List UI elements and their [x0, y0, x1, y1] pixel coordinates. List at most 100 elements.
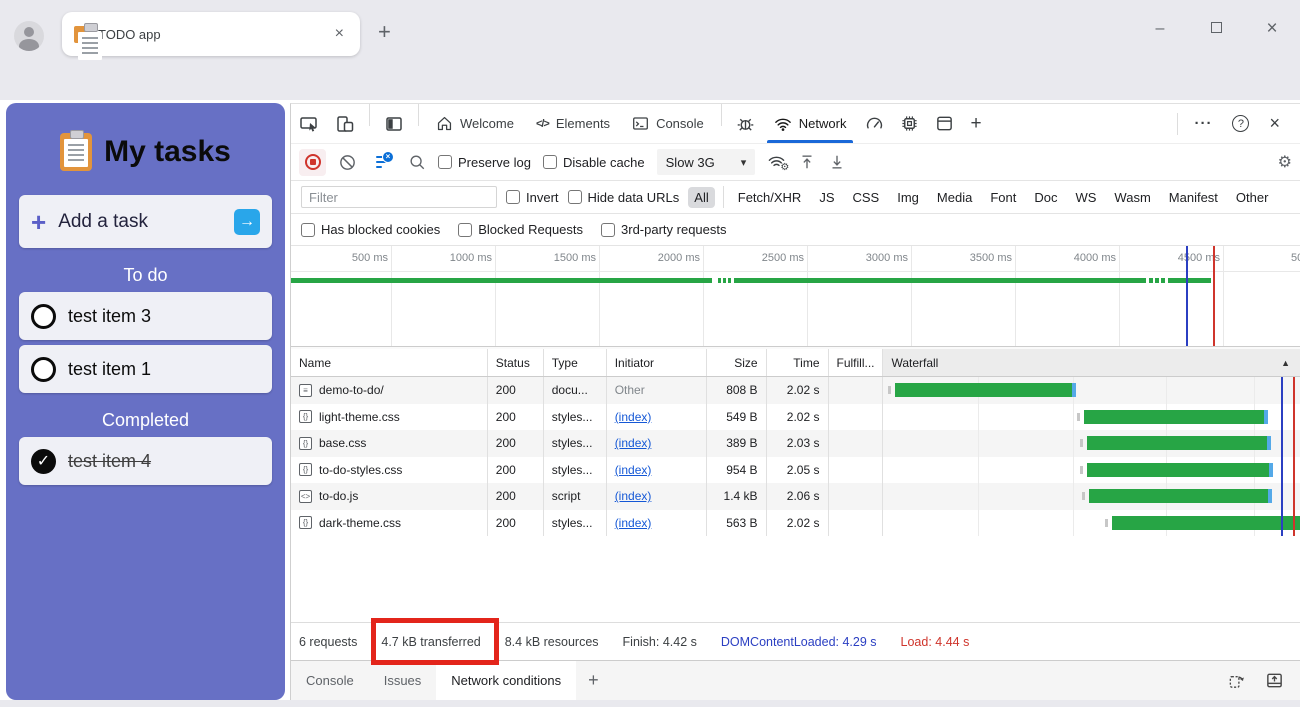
column-header-name[interactable]: Name — [291, 349, 488, 376]
drawer-more-tools-button[interactable]: + — [576, 661, 611, 700]
performance-icon[interactable] — [857, 104, 892, 143]
filter-type-img[interactable]: Img — [891, 187, 925, 208]
device-emulation-icon[interactable] — [327, 104, 363, 143]
initiator-link[interactable]: (index) — [615, 489, 652, 503]
search-button[interactable] — [408, 153, 426, 171]
request-row-to-do-styles-css[interactable]: {}to-do-styles.css 200 styles... (index)… — [291, 457, 1300, 484]
has-blocked-cookies-checkbox[interactable]: Has blocked cookies — [301, 222, 440, 237]
gear-badge-icon: ⚙ — [780, 162, 789, 173]
task-checkbox-checked[interactable]: ✓ — [31, 449, 56, 474]
drawer-tab-issues[interactable]: Issues — [369, 661, 437, 700]
inspect-element-icon[interactable] — [291, 104, 327, 143]
filter-toggle-button[interactable]: × — [369, 149, 396, 176]
summary-domcontentloaded: DOMContentLoaded: 4.29 s — [721, 635, 877, 649]
drawer-tab-console[interactable]: Console — [291, 661, 369, 700]
network-overview-timeline[interactable]: 500 ms1000 ms1500 ms2000 ms2500 ms3000 m… — [291, 246, 1300, 347]
third-party-requests-checkbox[interactable]: 3rd-party requests — [601, 222, 727, 237]
request-row-demo-to-do[interactable]: ≡demo-to-do/ 200 docu... Other 808 B 2.0… — [291, 377, 1300, 404]
initiator-other: Other — [615, 383, 645, 397]
summary-load: Load: 4.44 s — [901, 635, 970, 649]
filter-input[interactable] — [301, 186, 497, 208]
add-task-label: Add a task — [58, 211, 234, 233]
add-task-field[interactable]: + Add a task → — [19, 195, 272, 248]
rotate-device-icon[interactable] — [1227, 671, 1247, 690]
throttling-select[interactable]: Slow 3G▾ — [657, 149, 756, 175]
task-item[interactable]: test item 1 — [19, 345, 272, 393]
export-har-button[interactable] — [798, 153, 816, 171]
help-button[interactable]: ? — [1232, 115, 1249, 132]
browser-tab[interactable]: TODO app × — [62, 12, 360, 56]
devtools-drawer: Console Issues Network conditions + — [291, 660, 1300, 700]
column-header-time[interactable]: Time — [767, 349, 829, 376]
column-header-initiator[interactable]: Initiator — [607, 349, 707, 376]
filter-type-ws[interactable]: WS — [1069, 187, 1102, 208]
column-header-waterfall[interactable]: Waterfall▲ — [883, 349, 1300, 376]
initiator-link[interactable]: (index) — [615, 436, 652, 450]
timeline-tick-label: 500 ms — [352, 252, 388, 264]
column-header-type[interactable]: Type — [544, 349, 607, 376]
filter-type-fetch-xhr[interactable]: Fetch/XHR — [732, 187, 808, 208]
column-header-size[interactable]: Size — [707, 349, 767, 376]
tab-elements[interactable]: </> Elements — [525, 104, 621, 143]
request-row-dark-theme-css[interactable]: {}dark-theme.css 200 styles... (index) 5… — [291, 510, 1300, 537]
record-network-log-button[interactable] — [299, 149, 326, 176]
filter-type-doc[interactable]: Doc — [1028, 187, 1063, 208]
request-row-light-theme-css[interactable]: {}light-theme.css 200 styles... (index) … — [291, 404, 1300, 431]
tab-network[interactable]: Network — [763, 104, 858, 143]
import-har-button[interactable] — [828, 153, 846, 171]
drawer-tab-network-conditions[interactable]: Network conditions — [436, 661, 576, 700]
column-header-status[interactable]: Status — [488, 349, 544, 376]
filter-type-manifest[interactable]: Manifest — [1163, 187, 1224, 208]
request-row-base-css[interactable]: {}base.css 200 styles... (index) 389 B 2… — [291, 430, 1300, 457]
waterfall-cell — [883, 404, 1300, 431]
task-checkbox[interactable] — [31, 304, 56, 329]
filter-type-wasm[interactable]: Wasm — [1108, 187, 1156, 208]
initiator-link[interactable]: (index) — [615, 516, 652, 530]
window-minimize-button[interactable]: – — [1132, 20, 1188, 38]
devtools-menu-button[interactable]: ··· — [1184, 115, 1222, 132]
timeline-tick-label: 1500 ms — [554, 252, 596, 264]
tab-close-icon[interactable]: × — [331, 25, 348, 43]
blocked-requests-checkbox[interactable]: Blocked Requests — [458, 222, 583, 237]
task-item[interactable]: test item 3 — [19, 292, 272, 340]
clear-network-log-button[interactable] — [338, 153, 357, 172]
filter-type-other[interactable]: Other — [1230, 187, 1275, 208]
column-header-fulfilled[interactable]: Fulfill... — [829, 349, 884, 376]
new-tab-button[interactable]: + — [378, 22, 391, 42]
task-item-completed[interactable]: ✓ test item 4 — [19, 437, 272, 485]
filter-type-media[interactable]: Media — [931, 187, 978, 208]
issues-bug-icon[interactable] — [728, 104, 763, 143]
script-icon: <> — [299, 490, 312, 503]
invert-checkbox[interactable]: Invert — [506, 190, 559, 205]
network-conditions-button[interactable]: ⚙ — [767, 154, 786, 170]
tab-welcome[interactable]: Welcome — [425, 104, 525, 143]
disable-cache-checkbox[interactable]: Disable cache — [543, 155, 645, 170]
request-row-to-do-js[interactable]: <>to-do.js 200 script (index) 1.4 kB 2.0… — [291, 483, 1300, 510]
memory-icon[interactable] — [892, 104, 927, 143]
network-settings-gear-icon[interactable]: ⚙ — [1278, 152, 1292, 172]
application-icon[interactable] — [927, 104, 962, 143]
task-checkbox[interactable] — [31, 357, 56, 382]
more-tabs-button[interactable]: + — [962, 104, 989, 143]
initiator-link[interactable]: (index) — [615, 463, 652, 477]
checkbox-icon — [601, 223, 615, 237]
filter-type-all[interactable]: All — [688, 187, 714, 208]
dock-side-icon[interactable] — [376, 104, 412, 143]
devtools-close-button[interactable]: × — [1259, 113, 1290, 134]
profile-avatar[interactable] — [14, 21, 44, 51]
waterfall-cell — [883, 377, 1300, 404]
add-task-submit-button[interactable]: → — [234, 209, 260, 235]
initiator-link[interactable]: (index) — [615, 410, 652, 424]
window-close-button[interactable]: × — [1244, 18, 1300, 40]
filter-type-js[interactable]: JS — [813, 187, 840, 208]
filter-type-font[interactable]: Font — [984, 187, 1022, 208]
tab-console[interactable]: Console — [621, 104, 715, 143]
filter-type-css[interactable]: CSS — [847, 187, 886, 208]
preserve-log-checkbox[interactable]: Preserve log — [438, 155, 531, 170]
expand-panel-icon[interactable] — [1265, 671, 1284, 690]
task-label: test item 4 — [68, 451, 151, 472]
hide-data-urls-checkbox[interactable]: Hide data URLs — [568, 190, 680, 205]
window-maximize-button[interactable] — [1188, 20, 1244, 38]
summary-transferred: 4.7 kB transferred — [381, 635, 480, 649]
timeline-tick-label: 3000 ms — [866, 252, 908, 264]
